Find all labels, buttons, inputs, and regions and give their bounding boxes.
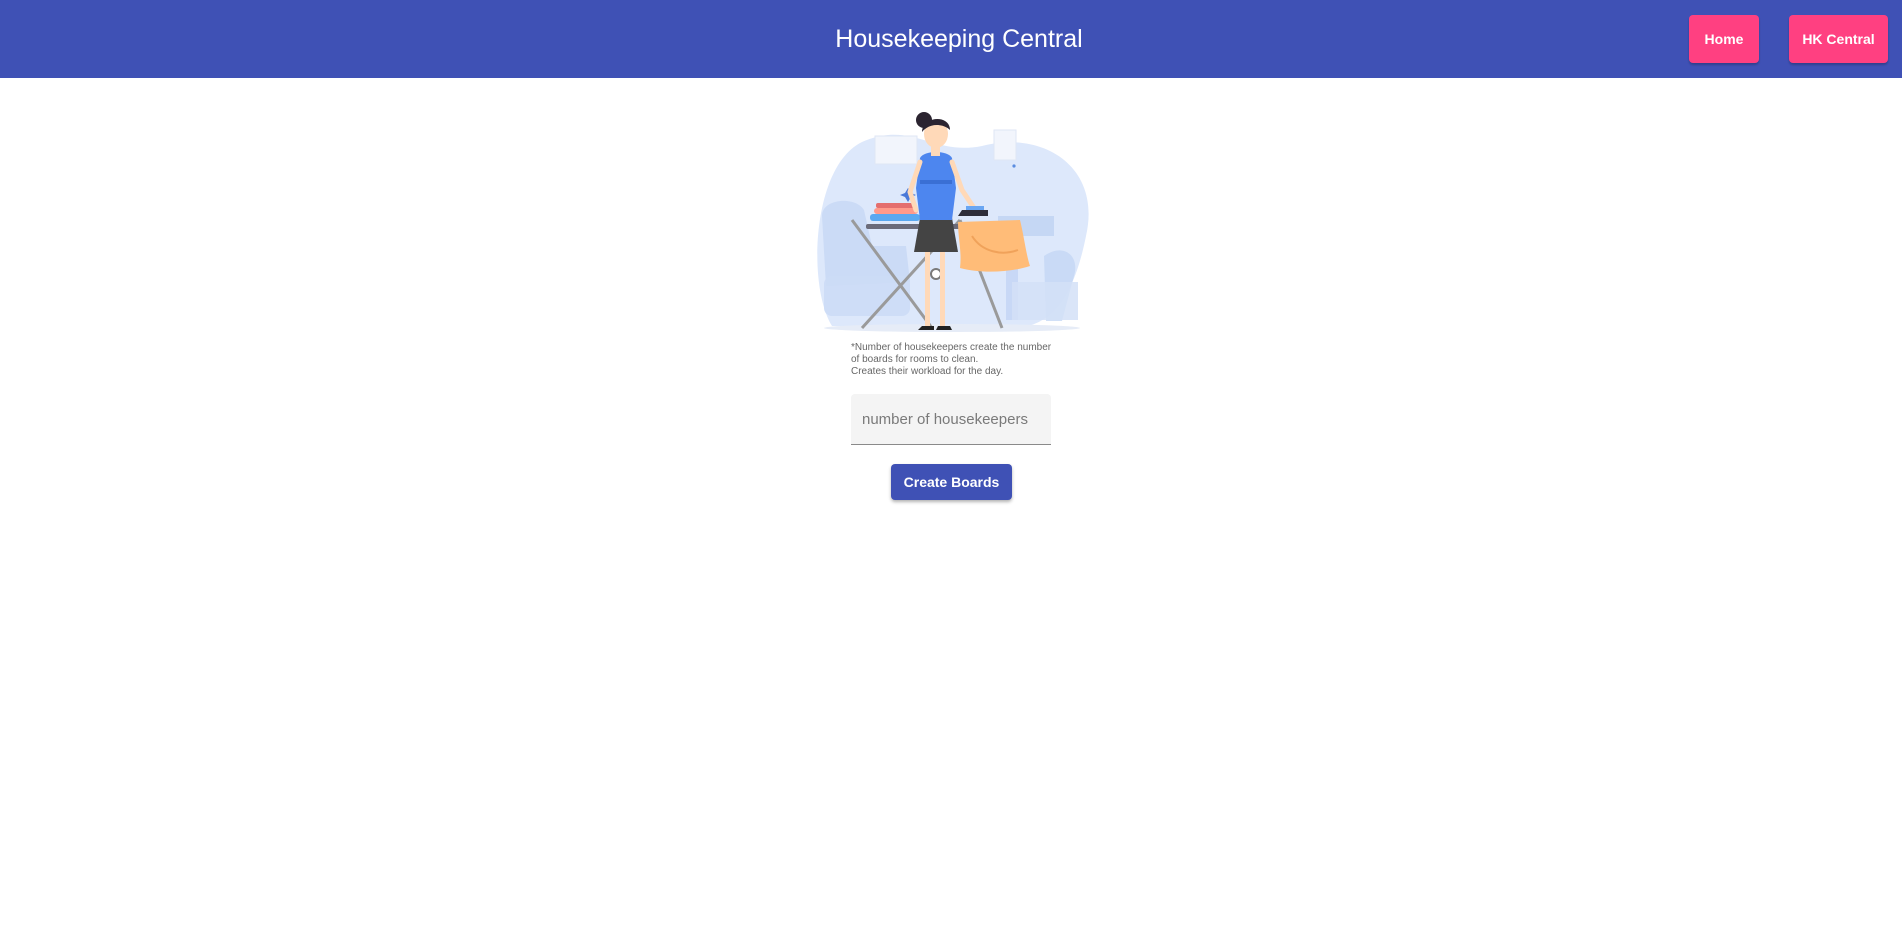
housekeeper-illustration (812, 106, 1090, 332)
app-toolbar: Housekeeping Central Home HK Central (0, 0, 1902, 78)
housekeeper-instructions-note: *Number of housekeepers create the numbe… (851, 342, 1071, 378)
note-line: of boards for rooms to clean. (851, 354, 979, 365)
page-title: Housekeeping Central (835, 25, 1083, 53)
note-line: *Number of housekeepers create the numbe… (851, 342, 1052, 353)
create-boards-button[interactable]: Create Boards (891, 464, 1012, 500)
housekeepers-field (851, 394, 1051, 445)
hk-central-button[interactable]: HK Central (1789, 15, 1888, 63)
home-button[interactable]: Home (1689, 15, 1759, 63)
note-line: Creates their workload for the day. (851, 366, 1004, 377)
number-of-housekeepers-input[interactable] (851, 394, 1051, 444)
